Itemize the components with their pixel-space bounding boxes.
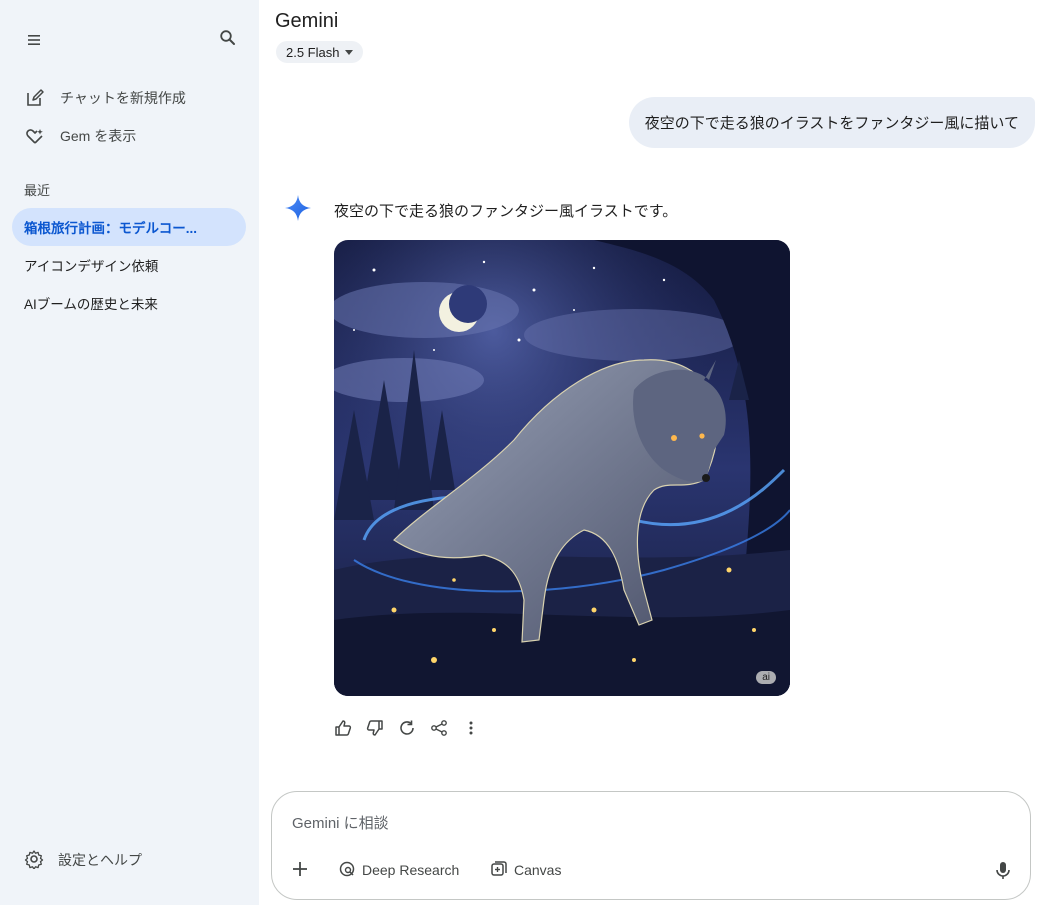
more-options-icon[interactable] (461, 717, 481, 739)
gem-icon (24, 125, 46, 147)
new-chat-button[interactable]: チャットを新規作成 (12, 80, 247, 116)
settings-label: 設定とヘルプ (58, 852, 142, 868)
user-message: 夜空の下で走る狼のイラストをファンタジー風に描いて (628, 97, 1035, 148)
app-title: Gemini (275, 10, 339, 32)
recent-section-label: 最近 (24, 183, 51, 198)
gems-button[interactable]: Gem を表示 (12, 118, 247, 154)
recent-chat-item[interactable]: アイコンデザイン依頼 (12, 246, 246, 284)
response-text: 夜空の下で走る狼のファンタジー風イラストです。 (334, 203, 678, 220)
deep-research-label: Deep Research (362, 862, 460, 878)
model-selector[interactable]: 2.5 Flash (276, 41, 364, 63)
regenerate-icon[interactable] (397, 717, 417, 739)
ai-badge: ai (756, 671, 776, 684)
canvas-icon (490, 860, 508, 881)
user-message-text: 夜空の下で走る狼のイラストをファンタジー風に描いて (644, 115, 1019, 132)
recent-chat-item[interactable]: 箱根旅行計画：モデルコー... (12, 208, 246, 246)
caret-down-icon (345, 49, 354, 55)
thumbs-down-icon[interactable] (365, 717, 385, 739)
new-chat-label: チャットを新規作成 (60, 90, 186, 106)
search-icon[interactable] (214, 24, 242, 52)
response-actions (333, 717, 481, 739)
add-icon[interactable] (289, 858, 311, 880)
generated-image[interactable]: ai (334, 240, 790, 696)
thumbs-up-icon[interactable] (333, 717, 353, 739)
model-label: 2.5 Flash (286, 44, 340, 60)
gemini-spark-icon (284, 194, 312, 222)
deep-research-button[interactable]: Deep Research (338, 858, 459, 882)
canvas-button[interactable]: Canvas (490, 858, 561, 882)
recent-chat-item[interactable]: AIブームの歴史と未来 (12, 284, 246, 322)
share-icon[interactable] (429, 717, 449, 739)
wolf-illustration (334, 240, 790, 696)
canvas-label: Canvas (514, 862, 562, 878)
gems-label: Gem を表示 (60, 128, 137, 144)
prompt-input-box[interactable]: Gemini に相談 Deep Research Canvas (271, 791, 1031, 900)
edit-icon (24, 87, 46, 109)
prompt-input[interactable]: Gemini に相談 (292, 812, 389, 833)
settings-help-button[interactable]: 設定とヘルプ (12, 842, 247, 878)
gear-icon (24, 849, 44, 872)
microphone-icon[interactable] (992, 858, 1014, 882)
menu-icon[interactable] (20, 26, 48, 54)
sidebar-header (0, 0, 259, 80)
sidebar: チャットを新規作成 Gem を表示 最近 箱根旅行計画：モデルコー... アイコ… (0, 0, 259, 905)
deep-research-icon (338, 860, 356, 881)
